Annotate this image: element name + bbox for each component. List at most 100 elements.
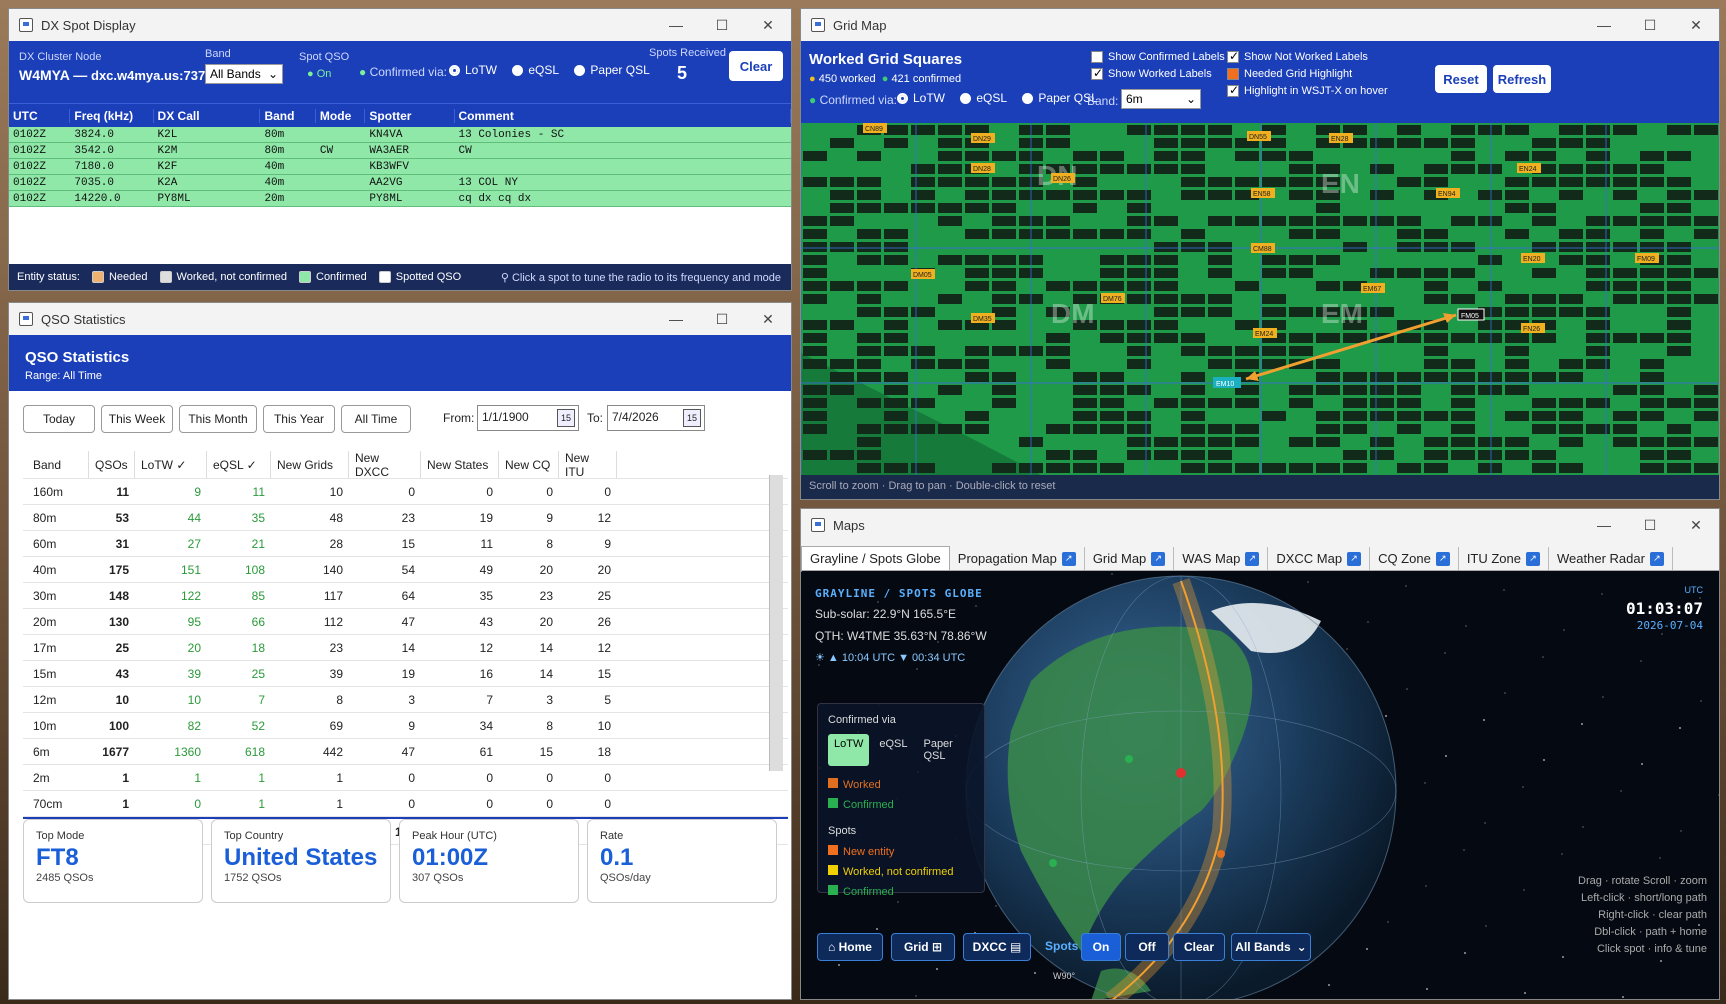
grid-cell[interactable] — [830, 190, 854, 200]
grid-cell[interactable] — [857, 307, 881, 317]
grid-cell[interactable] — [884, 411, 908, 421]
grid-cell[interactable] — [1640, 281, 1664, 291]
grid-cell[interactable] — [1694, 398, 1718, 408]
grid-cell[interactable] — [1343, 424, 1367, 434]
grid-cell[interactable] — [1127, 255, 1151, 265]
grid-cell[interactable] — [992, 307, 1016, 317]
grid-cell[interactable] — [1208, 450, 1232, 460]
grid-cell[interactable] — [1451, 359, 1475, 369]
show-confirmed-labels[interactable]: Show Confirmed Labels — [1091, 51, 1225, 63]
grid-cell[interactable] — [1181, 398, 1205, 408]
grid-cell[interactable] — [1667, 281, 1691, 291]
grid-cell[interactable] — [1046, 424, 1070, 434]
grid-cell[interactable] — [992, 216, 1016, 226]
grid-cell[interactable] — [1667, 346, 1691, 356]
grid-cell[interactable] — [1370, 450, 1394, 460]
grid-cell[interactable] — [1424, 268, 1448, 278]
grid-cell[interactable] — [1397, 372, 1421, 382]
grid-cell[interactable] — [857, 255, 881, 265]
legend-paperqsl-button[interactable]: Paper QSL — [917, 734, 974, 766]
grid-cell[interactable] — [1532, 307, 1556, 317]
grid-cell[interactable] — [911, 346, 935, 356]
grid-cell[interactable] — [1640, 463, 1664, 473]
grid-cell[interactable] — [1046, 138, 1070, 148]
grid-cell[interactable] — [857, 190, 881, 200]
grid-cell[interactable] — [1532, 424, 1556, 434]
grid-radio-lotw[interactable]: LoTW — [897, 91, 945, 105]
grid-cell[interactable] — [830, 359, 854, 369]
grid-cell[interactable] — [884, 229, 908, 239]
grid-cell[interactable] — [1451, 437, 1475, 447]
table-scrollbar[interactable] — [769, 475, 783, 771]
grid-cell[interactable] — [1100, 372, 1124, 382]
grid-cell[interactable] — [1289, 268, 1313, 278]
radio-eqsl[interactable]: eQSL — [512, 63, 559, 77]
grid-cell[interactable] — [1181, 190, 1205, 200]
close-icon[interactable]: ✕ — [745, 303, 791, 335]
globe-view[interactable]: GRAYLINE / SPOTS GLOBE Sub-solar: 22.9°N… — [801, 571, 1719, 1000]
grid-cell[interactable] — [1262, 255, 1286, 265]
grid-cell[interactable] — [1208, 216, 1232, 226]
grid-cell[interactable] — [1046, 359, 1070, 369]
grid-cell[interactable] — [1343, 385, 1367, 395]
grid-cell[interactable] — [1154, 125, 1178, 135]
maximize-icon[interactable]: ☐ — [699, 303, 745, 335]
grid-cell[interactable] — [1046, 333, 1070, 343]
grid-cell[interactable] — [1478, 190, 1502, 200]
spot-row[interactable]: 0102Z 7035.0 K2A 40m AA2VG 13 COL NY — [9, 175, 791, 191]
reset-button[interactable]: Reset — [1435, 65, 1487, 93]
grid-cell[interactable] — [1289, 177, 1313, 187]
grid-cell[interactable] — [1397, 411, 1421, 421]
grid-cell[interactable] — [1316, 372, 1340, 382]
grid-cell[interactable] — [830, 203, 854, 213]
grid-cell[interactable] — [1127, 385, 1151, 395]
grid-cell[interactable] — [1181, 307, 1205, 317]
spot-row[interactable]: 0102Z 14220.0 PY8ML 20m PY8ML cq dx cq dx — [9, 191, 791, 207]
grid-cell[interactable] — [1181, 424, 1205, 434]
grid-cell[interactable] — [803, 385, 827, 395]
grid-cell[interactable] — [830, 138, 854, 148]
grid-cell[interactable] — [1640, 359, 1664, 369]
grid-cell[interactable] — [1100, 255, 1124, 265]
grid-cell[interactable] — [1154, 398, 1178, 408]
grid-cell[interactable] — [857, 281, 881, 291]
grid-cell[interactable] — [1262, 151, 1286, 161]
grid-cell[interactable] — [1181, 437, 1205, 447]
grid-cell[interactable] — [1640, 450, 1664, 460]
grid-cell[interactable] — [1235, 177, 1259, 187]
grid-cell[interactable] — [1640, 372, 1664, 382]
grid-cell[interactable] — [1343, 333, 1367, 343]
grid-cell[interactable] — [911, 203, 935, 213]
grid-cell[interactable] — [965, 281, 989, 291]
grid-cell[interactable] — [857, 398, 881, 408]
grid-cell[interactable] — [830, 216, 854, 226]
grid-cell[interactable] — [1478, 164, 1502, 174]
grid-cell[interactable] — [965, 411, 989, 421]
spot-row[interactable]: 0102Z 3542.0 K2M 80m CW WA3AER CW — [9, 143, 791, 159]
grid-cell[interactable] — [857, 372, 881, 382]
grid-cell[interactable] — [884, 398, 908, 408]
grid-cell[interactable] — [1154, 294, 1178, 304]
grid-cell[interactable] — [1532, 177, 1556, 187]
grid-cell[interactable] — [1613, 281, 1637, 291]
grid-cell[interactable] — [1343, 242, 1367, 252]
grid-cell[interactable] — [1073, 398, 1097, 408]
grid-cell[interactable] — [1127, 450, 1151, 460]
grid-cell[interactable] — [884, 307, 908, 317]
grid-radio-eqsl[interactable]: eQSL — [960, 91, 1007, 105]
grid-cell[interactable] — [857, 463, 881, 473]
grid-cell[interactable] — [1073, 190, 1097, 200]
grid-cell[interactable] — [1478, 372, 1502, 382]
spot-col-header[interactable]: Spotter — [365, 109, 454, 123]
grid-cell[interactable] — [1208, 398, 1232, 408]
grid-cell[interactable] — [1208, 255, 1232, 265]
grid-cell[interactable] — [1100, 411, 1124, 421]
grid-cell[interactable] — [1289, 437, 1313, 447]
grid-cell[interactable] — [1667, 190, 1691, 200]
grid-cell[interactable] — [1370, 437, 1394, 447]
grid-cell[interactable] — [1262, 411, 1286, 421]
grid-cell[interactable] — [1424, 294, 1448, 304]
grid-cell[interactable] — [1100, 398, 1124, 408]
grid-cell[interactable] — [1127, 190, 1151, 200]
grid-cell[interactable] — [1154, 216, 1178, 226]
